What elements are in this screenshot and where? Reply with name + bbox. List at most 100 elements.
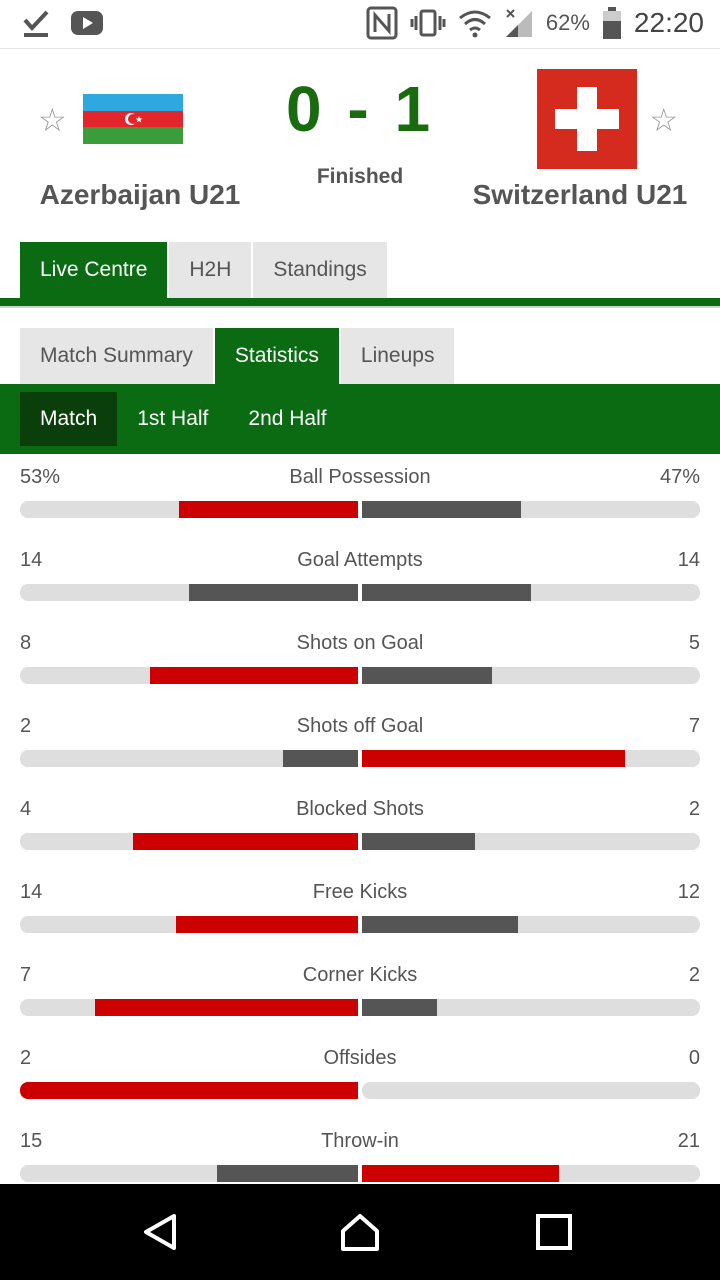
stat-home-value: 14 — [20, 549, 43, 571]
stat-row: Shots off Goal 2 7 — [0, 705, 720, 788]
tab-lineups[interactable]: Lineups — [340, 328, 455, 384]
stat-away-bar — [362, 916, 518, 933]
score: 0 - 1 — [285, 73, 435, 145]
stat-away-value: 7 — [688, 715, 700, 737]
period-tab-2nd-half[interactable]: 2nd Half — [228, 392, 346, 446]
period-tab-1st-half[interactable]: 1st Half — [117, 392, 228, 446]
main-tabs: Live Centre H2H Standings — [20, 242, 387, 298]
azerbaijan-flag-icon — [83, 94, 183, 144]
stat-away-track — [362, 501, 700, 518]
stat-away-track — [362, 750, 700, 767]
stat-label: Blocked Shots — [296, 798, 424, 820]
stat-home-value: 4 — [20, 798, 32, 820]
away-team-name: Switzerland U21 — [472, 179, 688, 210]
clock: 22:20 — [633, 7, 704, 38]
stat-away-track — [362, 916, 700, 933]
away-team[interactable]: Switzerland U21 — [450, 179, 710, 211]
stat-home-value: 15 — [20, 1130, 43, 1152]
home-icon[interactable] — [340, 1212, 380, 1252]
stat-away-bar — [362, 584, 531, 601]
stat-home-bar — [95, 999, 358, 1016]
score-box: 0 - 1 Finished — [260, 77, 460, 189]
stat-row: Offsides 2 0 — [0, 1037, 720, 1120]
favorite-home-star-icon[interactable]: ☆ — [38, 101, 67, 139]
stat-away-value: 5 — [688, 632, 700, 654]
stat-home-track — [20, 667, 358, 684]
tabs-divider — [0, 298, 720, 308]
battery-percent: 62% — [545, 10, 590, 35]
stat-away-bar — [362, 501, 521, 518]
stat-row: Shots on Goal 8 5 — [0, 622, 720, 705]
stat-away-value: 21 — [677, 1130, 700, 1152]
stat-away-value: 0 — [688, 1047, 700, 1069]
stat-away-track — [362, 1082, 700, 1099]
stat-home-track — [20, 916, 358, 933]
stat-row: Goal Attempts 14 14 — [0, 539, 720, 622]
cell-signal-icon — [505, 9, 532, 37]
stat-away-value: 14 — [677, 549, 700, 571]
match-status: Finished — [316, 165, 404, 188]
back-icon[interactable] — [140, 1212, 180, 1252]
status-bar: 62% 22:20 — [0, 0, 720, 49]
stat-home-bar — [176, 916, 358, 933]
tab-standings[interactable]: Standings — [253, 242, 387, 298]
stat-home-value: 14 — [20, 881, 43, 903]
tab-live-centre[interactable]: Live Centre — [20, 242, 168, 298]
stat-label: Shots on Goal — [296, 632, 424, 654]
vibrate-icon — [410, 9, 446, 37]
stat-label: Free Kicks — [312, 881, 408, 903]
stat-away-track — [362, 667, 700, 684]
stat-away-bar — [362, 750, 625, 767]
stat-away-bar — [362, 833, 475, 850]
stat-home-bar — [20, 1082, 358, 1099]
stat-home-track — [20, 501, 358, 518]
stat-label: Shots off Goal — [296, 715, 424, 737]
stat-home-value: 7 — [20, 964, 32, 986]
stat-away-bar — [362, 667, 492, 684]
wifi-icon — [458, 10, 491, 38]
battery-icon — [602, 7, 621, 39]
match-header: ☆ Azerbaijan U21 0 - 1 Finished ☆ Switze… — [0, 49, 720, 239]
stat-away-bar — [362, 999, 438, 1016]
download-done-icon — [23, 10, 49, 37]
stat-row: Free Kicks 14 12 — [0, 871, 720, 954]
stat-home-track — [20, 999, 358, 1016]
stat-label: Offsides — [323, 1047, 397, 1069]
stat-home-bar — [132, 833, 358, 850]
stat-home-value: 8 — [20, 632, 32, 654]
stat-row: Blocked Shots 4 2 — [0, 788, 720, 871]
stat-away-track — [362, 584, 700, 601]
stat-away-value: 47% — [659, 466, 700, 488]
tab-statistics[interactable]: Statistics — [214, 328, 339, 384]
stat-away-track — [362, 833, 700, 850]
home-team[interactable]: Azerbaijan U21 — [10, 179, 270, 211]
navigation-bar — [0, 1184, 720, 1280]
favorite-away-star-icon[interactable]: ☆ — [649, 101, 678, 139]
stat-away-track — [362, 1165, 700, 1182]
stat-home-value: 2 — [20, 715, 32, 737]
stat-home-bar — [150, 667, 358, 684]
home-team-name: Azerbaijan U21 — [39, 179, 241, 210]
stat-row: Corner Kicks 7 2 — [0, 954, 720, 1037]
stat-label: Corner Kicks — [302, 964, 418, 986]
stat-home-track — [20, 1082, 358, 1099]
recents-icon[interactable] — [534, 1212, 574, 1252]
stat-home-track — [20, 584, 358, 601]
stat-away-value: 12 — [677, 881, 700, 903]
stat-home-bar — [189, 584, 358, 601]
stat-home-bar — [282, 750, 358, 767]
stat-label: Ball Possession — [289, 466, 431, 488]
stat-home-track — [20, 750, 358, 767]
sub-tabs: Match Summary Statistics Lineups — [20, 328, 455, 384]
stat-away-value: 2 — [688, 798, 700, 820]
tab-match-summary[interactable]: Match Summary — [20, 328, 213, 384]
tab-h2h[interactable]: H2H — [169, 242, 252, 298]
stat-home-bar — [178, 501, 358, 518]
switzerland-flag-icon — [537, 69, 637, 169]
stat-label: Goal Attempts — [297, 549, 423, 571]
period-tab-match[interactable]: Match — [20, 392, 118, 446]
stat-home-track — [20, 833, 358, 850]
stat-home-value: 2 — [20, 1047, 32, 1069]
period-bar: Match 1st Half 2nd Half — [0, 384, 720, 454]
nfc-icon — [366, 6, 398, 40]
